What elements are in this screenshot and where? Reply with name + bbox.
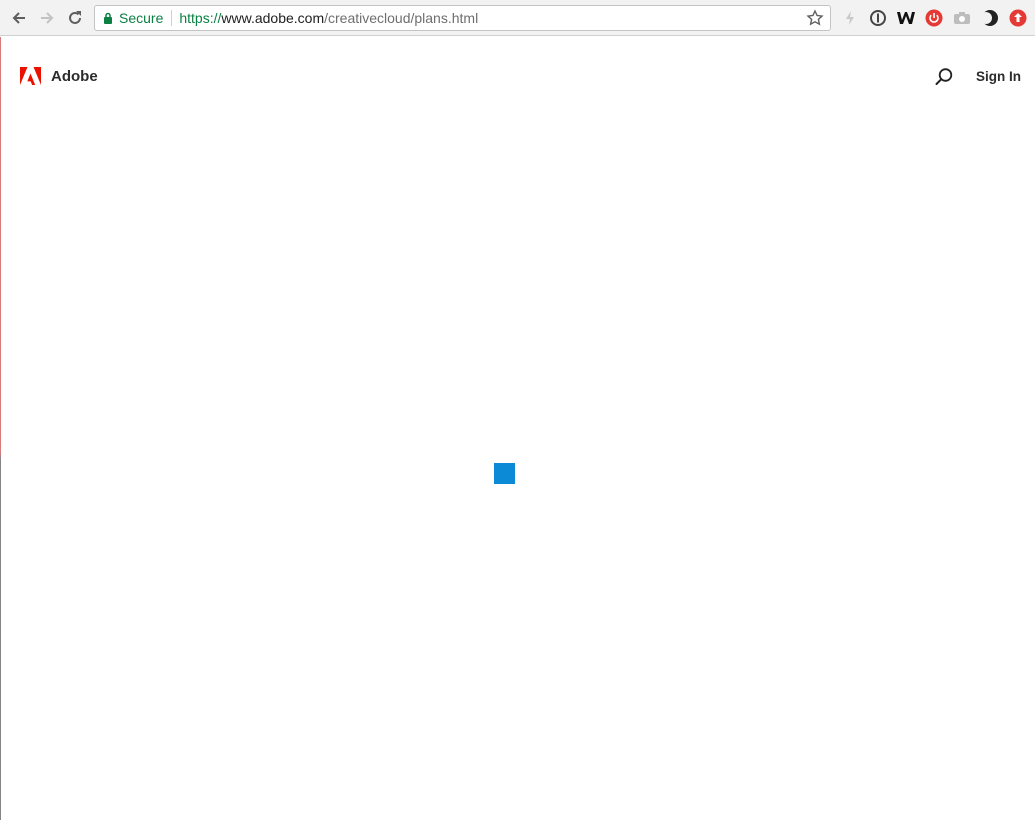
lock-icon [104,12,112,24]
url-path: /creativecloud/plans.html [324,10,479,26]
url-host: www.adobe.com [221,10,325,26]
url-protocol: https:// [179,10,222,26]
camera-icon[interactable] [952,8,972,28]
reload-button[interactable] [63,6,87,30]
secure-label: Secure [119,10,164,26]
adobe-logo-link[interactable]: Adobe [20,67,98,85]
window-left-edge [0,37,1,820]
onepassword-icon[interactable] [868,8,888,28]
forward-arrow-icon [41,12,54,24]
back-arrow-icon [12,12,25,24]
sign-in-link[interactable]: Sign In [976,69,1021,84]
loading-spinner [494,463,515,484]
browser-toolbar: Secure https://www.adobe.com/creativeclo… [0,0,1035,36]
back-button[interactable] [7,6,31,30]
search-icon[interactable] [934,67,954,87]
reload-icon [69,11,81,24]
forward-button[interactable] [35,6,59,30]
adobe-logo-icon [20,67,41,85]
site-header: Adobe Sign In [0,37,1035,117]
upload-extension-icon[interactable] [1008,8,1028,28]
flash-icon[interactable] [840,8,860,28]
omnibox-divider [171,10,173,26]
w-extension-icon[interactable] [896,8,916,28]
address-bar[interactable]: Secure https://www.adobe.com/creativeclo… [94,5,831,31]
bookmark-star-icon[interactable] [806,9,824,27]
dark-moon-icon[interactable] [980,8,1000,28]
power-extension-icon[interactable] [924,8,944,28]
brand-name: Adobe [51,67,98,85]
